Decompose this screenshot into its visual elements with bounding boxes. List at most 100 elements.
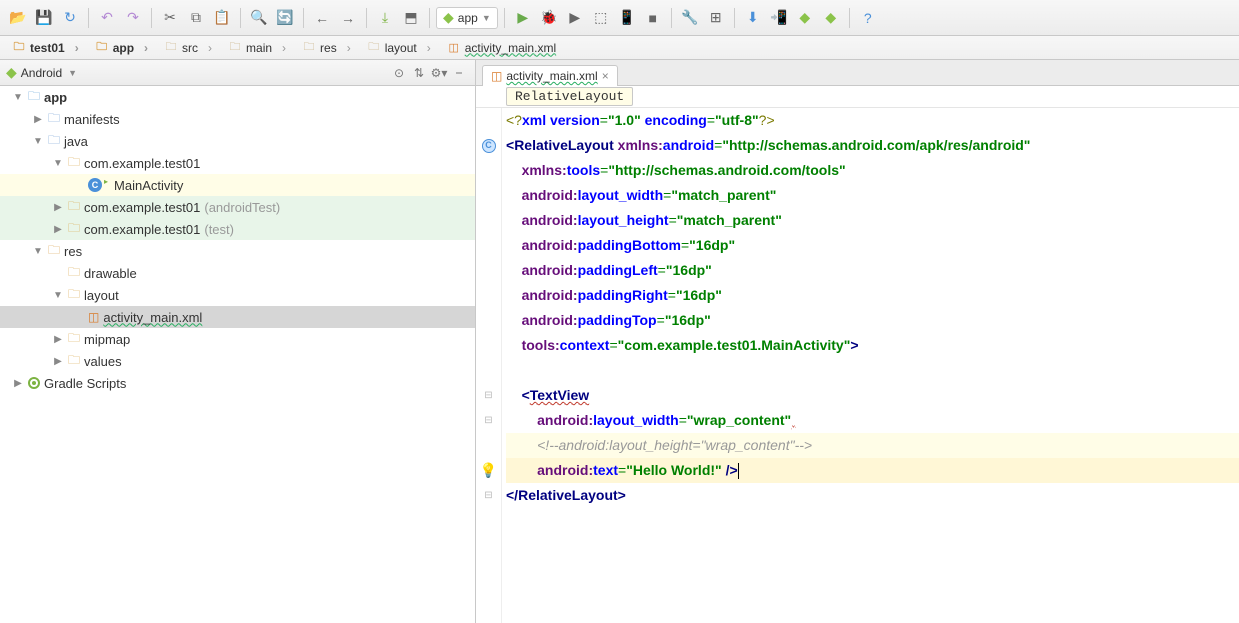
class-icon: C <box>88 178 102 192</box>
project-panel-header: ◆ Android ▼ ⊙ ⇅ ⚙▾ ⎯ <box>0 60 475 86</box>
stop-icon[interactable]: ■ <box>641 6 665 30</box>
sync-icon[interactable]: ↻ <box>58 6 82 30</box>
monitor-icon[interactable]: ◆ <box>793 6 817 30</box>
module-icon: 🗀 <box>28 87 40 108</box>
copy-icon[interactable]: ⧉ <box>184 6 208 30</box>
separator <box>429 8 430 28</box>
hide-icon[interactable]: ⎯ <box>449 63 469 83</box>
package-icon: 🗀 <box>68 197 80 218</box>
xml-file-icon: ◫ <box>88 310 99 324</box>
nav-element[interactable]: RelativeLayout <box>506 87 633 106</box>
redo-icon[interactable]: ↷ <box>121 6 145 30</box>
separator <box>734 8 735 28</box>
expand-icon[interactable]: ▼ <box>32 246 44 257</box>
find-icon[interactable]: 🔍 <box>247 6 271 30</box>
folder-icon: 🗀 <box>48 109 60 130</box>
crumb-layout[interactable]: 🗀layout <box>359 36 439 59</box>
expand-icon[interactable]: ▼ <box>12 92 24 103</box>
run-config-dropdown[interactable]: ◆ app ▼ <box>436 7 498 29</box>
expand-icon[interactable]: ▼ <box>52 290 64 301</box>
fold-icon[interactable]: ⊟ <box>484 483 492 508</box>
crumb-main[interactable]: 🗀main <box>220 36 294 59</box>
cut-icon[interactable]: ✂ <box>158 6 182 30</box>
tree-node-values[interactable]: ▶🗀values <box>0 350 475 372</box>
tree-node-gradle[interactable]: ▶Gradle Scripts <box>0 372 475 394</box>
tree-node-mainactivity[interactable]: C▸MainActivity <box>0 174 475 196</box>
tree-node-pkg3[interactable]: ▶🗀com.example.test01 (test) <box>0 218 475 240</box>
debug-icon[interactable]: 🐞 <box>537 6 561 30</box>
code-editor[interactable]: C ⊟ ⊟ 💡 ⊟ <?xml version="1.0" encoding="… <box>476 108 1239 623</box>
scroll-source-icon[interactable]: ⇅ <box>409 63 429 83</box>
code-body[interactable]: <?xml version="1.0" encoding="utf-8"?> <… <box>502 108 1239 623</box>
crumb-file[interactable]: ◫activity_main.xml <box>439 36 574 59</box>
attach-icon[interactable]: ⬚ <box>589 6 613 30</box>
device-icon[interactable]: 📱 <box>615 6 639 30</box>
folder-icon: 🗀 <box>367 41 381 55</box>
separator <box>151 8 152 28</box>
gear-icon[interactable]: ⚙▾ <box>429 63 449 83</box>
avd-icon[interactable]: 📲 <box>767 6 791 30</box>
run-icon[interactable]: ▶ <box>511 6 535 30</box>
tree-node-pkg1[interactable]: ▼🗀com.example.test01 <box>0 152 475 174</box>
project-tree[interactable]: ▼🗀app ▶🗀manifests ▼🗀java ▼🗀com.example.t… <box>0 86 475 623</box>
bulb-icon[interactable]: 💡 <box>480 458 497 483</box>
separator <box>849 8 850 28</box>
open-icon[interactable]: 📂 <box>6 6 30 30</box>
tree-node-mipmap[interactable]: ▶🗀mipmap <box>0 328 475 350</box>
expand-icon[interactable]: ▶ <box>52 202 64 213</box>
tree-node-pkg2[interactable]: ▶🗀com.example.test01 (androidTest) <box>0 196 475 218</box>
crumb-test01[interactable]: 🗀test01 <box>4 36 87 59</box>
paste-icon[interactable]: 📋 <box>210 6 234 30</box>
config-label: app <box>458 11 478 25</box>
folder-icon: 🗀 <box>68 285 80 306</box>
crumb-app[interactable]: 🗀app <box>87 36 156 59</box>
text-caret <box>738 463 739 479</box>
fold-icon[interactable]: ⊟ <box>484 383 492 408</box>
undo-icon[interactable]: ↶ <box>95 6 119 30</box>
folder-icon: 🗀 <box>48 241 60 262</box>
editor-tab-bar: ◫ activity_main.xml × <box>476 60 1239 86</box>
save-icon[interactable]: 💾 <box>32 6 56 30</box>
layout-inspector-icon[interactable]: ⊞ <box>704 6 728 30</box>
expand-icon[interactable]: ▶ <box>32 114 44 125</box>
tree-node-drawable[interactable]: 🗀drawable <box>0 262 475 284</box>
expand-icon[interactable]: ▼ <box>52 158 64 169</box>
tree-node-java[interactable]: ▼🗀java <box>0 130 475 152</box>
editor-tab[interactable]: ◫ activity_main.xml × <box>482 65 618 86</box>
back-icon[interactable]: ← <box>310 6 334 30</box>
expand-icon[interactable]: ▶ <box>52 334 64 345</box>
help-icon[interactable]: ? <box>856 6 880 30</box>
crumb-src[interactable]: 🗀src <box>156 36 220 59</box>
xml-file-icon: ◫ <box>447 41 461 55</box>
tool-icon[interactable]: ⬒ <box>399 6 423 30</box>
tree-node-activity-xml[interactable]: ◫activity_main.xml <box>0 306 475 328</box>
expand-icon[interactable]: ▶ <box>12 378 24 389</box>
gutter: C ⊟ ⊟ 💡 ⊟ <box>476 108 502 623</box>
forward-icon[interactable]: → <box>336 6 360 30</box>
make-icon[interactable]: ⤓ <box>373 6 397 30</box>
tree-node-layout[interactable]: ▼🗀layout <box>0 284 475 306</box>
fold-icon[interactable]: ⊟ <box>484 408 492 433</box>
wrench-icon[interactable]: 🔧 <box>678 6 702 30</box>
android-icon2[interactable]: ◆ <box>819 6 843 30</box>
close-icon[interactable]: × <box>602 69 609 83</box>
separator <box>303 8 304 28</box>
class-gutter-icon[interactable]: C <box>482 139 496 153</box>
profile-icon[interactable]: ▶ <box>563 6 587 30</box>
tree-node-manifests[interactable]: ▶🗀manifests <box>0 108 475 130</box>
android-icon: ◆ <box>6 64 17 81</box>
separator <box>88 8 89 28</box>
tree-node-res[interactable]: ▼🗀res <box>0 240 475 262</box>
folder-icon: 🗀 <box>48 131 60 152</box>
chevron-down-icon[interactable]: ▼ <box>68 68 77 78</box>
sdk-icon[interactable]: ⬇ <box>741 6 765 30</box>
crumb-res[interactable]: 🗀res <box>294 36 359 59</box>
expand-icon[interactable]: ▶ <box>52 224 64 235</box>
collapse-icon[interactable]: ⊙ <box>389 63 409 83</box>
chevron-down-icon: ▼ <box>482 13 491 23</box>
expand-icon[interactable]: ▶ <box>52 356 64 367</box>
replace-icon[interactable]: 🔄 <box>273 6 297 30</box>
tree-node-app[interactable]: ▼🗀app <box>0 86 475 108</box>
folder-icon: 🗀 <box>12 41 26 55</box>
expand-icon[interactable]: ▼ <box>32 136 44 147</box>
